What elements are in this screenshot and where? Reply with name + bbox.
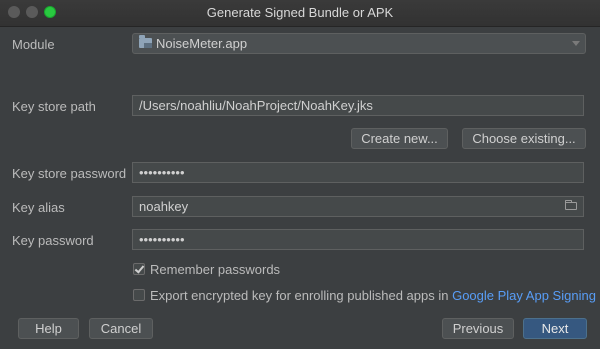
module-label: Module	[12, 37, 55, 52]
window-title: Generate Signed Bundle or APK	[206, 5, 394, 20]
previous-button[interactable]: Previous	[442, 318, 514, 339]
help-button[interactable]: Help	[18, 318, 79, 339]
key-alias-field[interactable]: noahkey	[132, 196, 584, 217]
module-value: NoiseMeter.app	[156, 36, 248, 51]
google-play-app-signing-link[interactable]: Google Play App Signing	[452, 288, 596, 303]
export-key-checkbox[interactable]	[133, 289, 145, 301]
title-bar: Generate Signed Bundle or APK	[0, 0, 600, 27]
key-password-label: Key password	[12, 233, 94, 248]
key-store-path-field[interactable]: /Users/noahliu/NoahProject/NoahKey.jks	[132, 95, 584, 116]
folder-module-icon	[139, 35, 152, 48]
remember-passwords-checkbox[interactable]	[133, 263, 145, 275]
key-password-field[interactable]: ••••••••••	[132, 229, 584, 250]
next-button[interactable]: Next	[523, 318, 587, 339]
key-store-password-field[interactable]: ••••••••••	[132, 162, 584, 183]
key-alias-value: noahkey	[139, 199, 189, 214]
module-select[interactable]: NoiseMeter.app	[132, 33, 586, 54]
choose-existing-button[interactable]: Choose existing...	[462, 128, 586, 149]
key-alias-label: Key alias	[12, 200, 65, 215]
key-store-password-label: Key store password	[12, 166, 127, 181]
create-new-button[interactable]: Create new...	[351, 128, 448, 149]
export-key-label-row: Export encrypted key for enrolling publi…	[150, 288, 596, 303]
chevron-down-icon	[572, 41, 580, 46]
export-key-label: Export encrypted key for enrolling publi…	[150, 288, 449, 303]
remember-passwords-label: Remember passwords	[150, 262, 281, 277]
folder-browse-icon[interactable]	[565, 200, 577, 210]
key-store-path-label: Key store path	[12, 99, 96, 114]
cancel-button[interactable]: Cancel	[89, 318, 153, 339]
